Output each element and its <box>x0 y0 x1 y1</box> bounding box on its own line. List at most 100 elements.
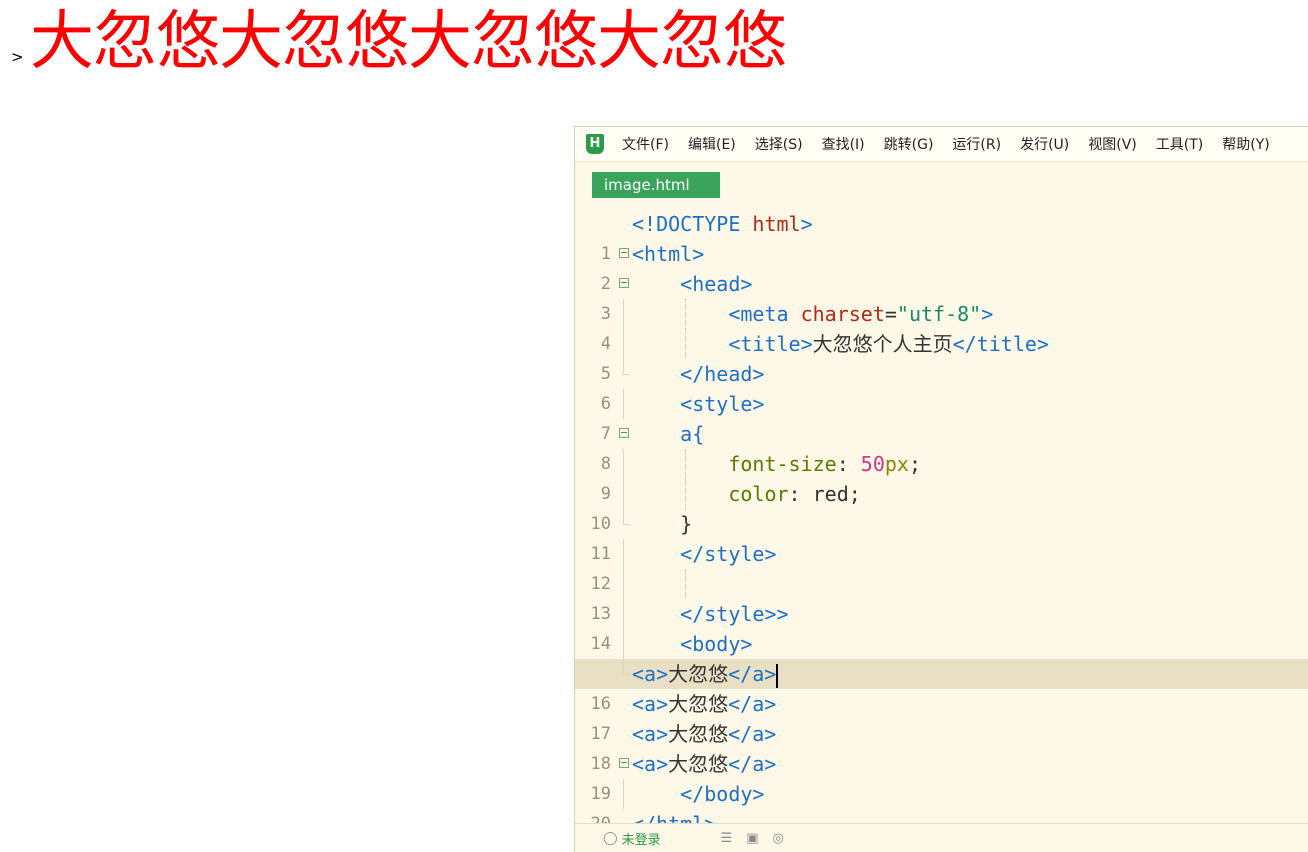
output-link[interactable]: 大忽悠 <box>30 5 220 79</box>
link-row: 大忽悠大忽悠大忽悠大忽悠 <box>30 4 787 80</box>
code-token: <a> <box>632 692 669 716</box>
code-token: 大忽悠 <box>668 722 729 746</box>
code-token: <a> <box>632 752 669 776</box>
code-line: 14 </style>> <box>575 599 1308 654</box>
fold-guide <box>623 449 624 479</box>
code-line-current: 16 <a>大忽悠</a> <box>575 659 1308 714</box>
fold-guide <box>623 539 624 569</box>
code-line: 9 font-size: 50px; <box>575 449 1308 504</box>
code-line: 17 <a>大忽悠</a> <box>575 689 1308 744</box>
code-token: </body> <box>680 782 765 806</box>
code-token: <head> <box>680 272 753 296</box>
fold-guide <box>623 479 624 509</box>
fold-guide <box>623 359 630 375</box>
code-token: 大忽悠 <box>668 752 729 776</box>
code-line: 5 <title>大忽悠个人主页</title> <box>575 329 1308 384</box>
code-token: </style> <box>680 542 777 566</box>
output-link[interactable]: 大忽悠 <box>597 5 787 79</box>
menu-select[interactable]: 选择(S) <box>755 134 803 154</box>
menu-help[interactable]: 帮助(Y) <box>1222 134 1269 154</box>
fold-toggle-icon[interactable] <box>619 278 629 288</box>
user-icon[interactable]: ◯ <box>603 831 618 846</box>
code-token: ; <box>848 482 861 506</box>
code-token: ; <box>908 452 922 476</box>
code-token: } <box>680 512 693 536</box>
code-line: 15 <body> <box>575 629 1308 684</box>
code-token: 大忽悠个人主页 <box>812 332 953 356</box>
code-token: </a> <box>728 692 777 716</box>
code-line: 18 <a>大忽悠</a> <box>575 719 1308 774</box>
code-token: </head> <box>680 362 765 386</box>
code-token: a{ <box>680 422 705 446</box>
fold-guide <box>623 389 624 419</box>
indent-guide <box>685 569 686 599</box>
code-token: </a> <box>728 662 777 686</box>
outline-icon[interactable]: ☰ <box>721 831 733 846</box>
code-token: <!DOCTYPE <box>632 212 753 236</box>
code-token: 大忽悠 <box>668 662 729 686</box>
code-token: </a> <box>728 752 777 776</box>
menu-tools[interactable]: 工具(T) <box>1156 134 1203 154</box>
fold-guide <box>623 599 624 629</box>
code-token: </style>> <box>680 602 789 626</box>
code-token: "utf-8" <box>896 302 982 326</box>
code-token: charset <box>800 302 885 326</box>
code-token: : <box>788 482 813 506</box>
code-token: <a> <box>632 722 669 746</box>
code-token: <meta <box>728 302 801 326</box>
fold-guide <box>623 779 624 809</box>
fold-toggle-icon[interactable] <box>619 248 629 258</box>
fold-guide <box>623 659 630 675</box>
code-line: 7 <style> <box>575 389 1308 444</box>
code-token: <html> <box>632 242 705 266</box>
fold-guide <box>623 569 624 599</box>
code-token: 大忽悠 <box>668 692 729 716</box>
output-link[interactable]: 大忽悠 <box>219 5 409 79</box>
terminal-icon[interactable]: ▣ <box>746 831 758 846</box>
menu-bar: H 文件(F) 编辑(E) 选择(S) 查找(I) 跳转(G) 运行(R) 发行… <box>575 127 1308 162</box>
code-line: 19 <a>大忽悠</a> <box>575 749 1308 804</box>
code-line: 10 color: red; <box>575 479 1308 534</box>
tab-image-html[interactable]: image.html <box>592 172 720 198</box>
menu-goto[interactable]: 跳转(G) <box>884 134 934 154</box>
code-line: 13 <box>575 569 1308 624</box>
code-token: <a> <box>632 662 669 686</box>
fold-guide <box>623 299 624 329</box>
code-token: : <box>836 452 861 476</box>
login-status[interactable]: 未登录 <box>622 829 661 848</box>
fold-toggle-icon[interactable] <box>619 428 629 438</box>
code-token: red <box>812 482 849 506</box>
fold-guide <box>623 329 624 359</box>
app-logo-icon: H <box>586 134 604 154</box>
menu-run[interactable]: 运行(R) <box>952 134 1001 154</box>
code-token: > <box>800 212 813 236</box>
code-token: color <box>728 482 789 506</box>
output-link[interactable]: 大忽悠 <box>408 5 598 79</box>
fold-guide <box>623 629 624 659</box>
code-token: px <box>884 452 909 476</box>
menu-file[interactable]: 文件(F) <box>622 134 669 154</box>
code-line: 20 </body> <box>575 779 1308 834</box>
code-token: font-size <box>728 452 837 476</box>
menu-view[interactable]: 视图(V) <box>1088 134 1137 154</box>
text-caret <box>776 663 779 688</box>
code-token: <style> <box>680 392 765 416</box>
code-token: <body> <box>680 632 753 656</box>
menu-publish[interactable]: 发行(U) <box>1020 134 1069 154</box>
code-token: = <box>884 302 897 326</box>
list-marker: > <box>11 48 24 66</box>
fold-guide <box>623 509 630 525</box>
menu-edit[interactable]: 编辑(E) <box>688 134 736 154</box>
code-token: 50 <box>860 452 885 476</box>
code-line: 12 </style> <box>575 539 1308 594</box>
browser-icon[interactable]: ◎ <box>773 831 784 846</box>
code-area[interactable]: 1 <!DOCTYPE html> 2 <html> 3 <head> 4 <m… <box>575 209 1308 852</box>
code-token: > <box>981 302 994 326</box>
tab-bar: image.html <box>575 162 1308 200</box>
menu-find[interactable]: 查找(I) <box>822 134 865 154</box>
status-bar: ◯ 未登录 ☰ ▣ ◎ <box>575 823 1308 852</box>
code-editor-window: H 文件(F) 编辑(E) 选择(S) 查找(I) 跳转(G) 运行(R) 发行… <box>574 126 1308 852</box>
fold-toggle-icon[interactable] <box>619 758 629 768</box>
code-line: 2 <html> <box>575 239 1308 294</box>
code-line: 3 <head> <box>575 269 1308 324</box>
